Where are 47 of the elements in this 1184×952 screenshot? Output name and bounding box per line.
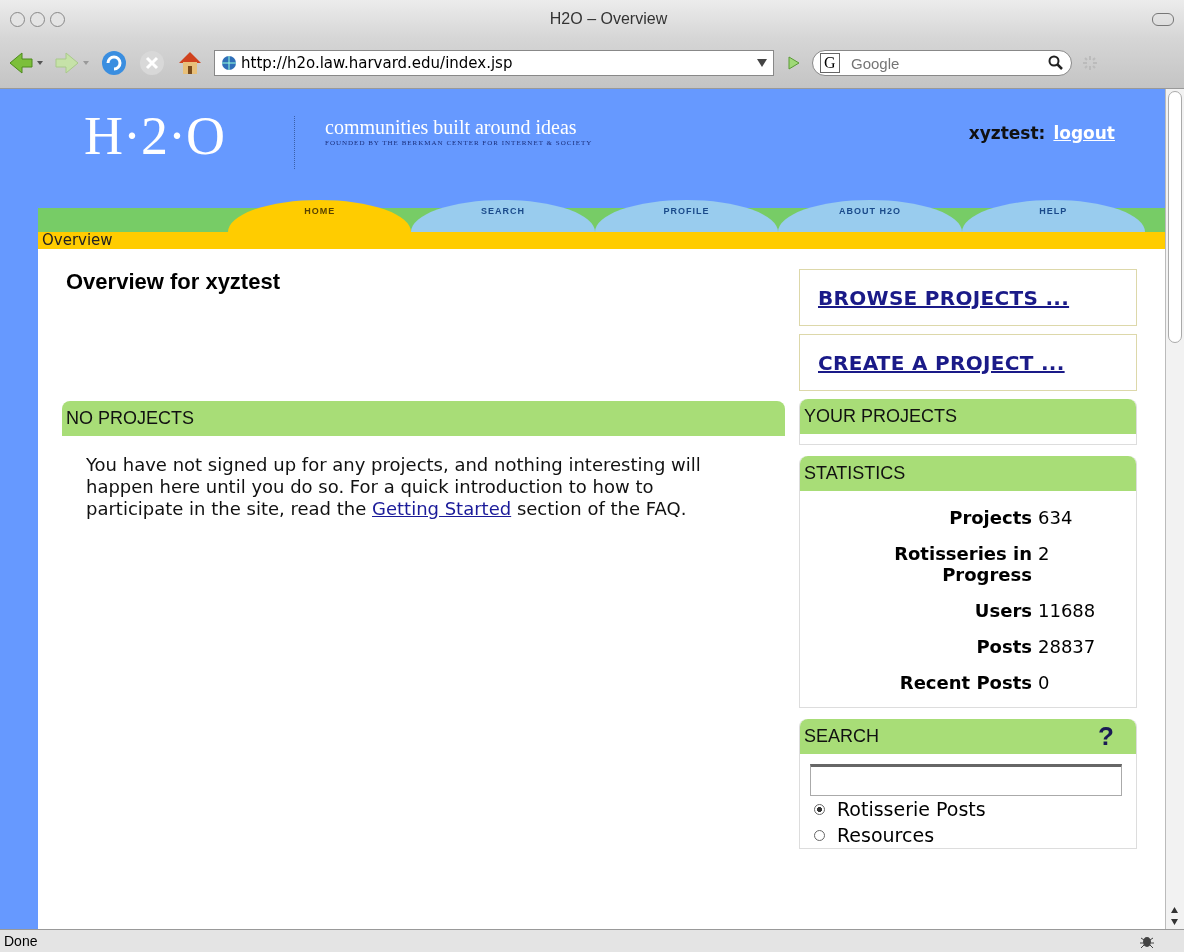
- getting-started-link[interactable]: Getting Started: [372, 498, 512, 519]
- panel-header: SEARCH: [804, 726, 879, 747]
- radio-label: Resources: [837, 824, 935, 846]
- back-arrow-icon[interactable]: [8, 50, 44, 76]
- panel-header: STATISTICS: [800, 456, 1136, 491]
- toolbar-toggle-button[interactable]: [1152, 12, 1174, 26]
- nav-tab[interactable]: SEARCH: [411, 200, 595, 232]
- reload-icon[interactable]: [100, 49, 128, 77]
- stat-value: 0: [1038, 672, 1051, 693]
- stat-value: 2: [1038, 543, 1051, 566]
- scrollbar[interactable]: [1165, 89, 1184, 929]
- search-engine-button[interactable]: G: [820, 53, 840, 73]
- section-header: NO PROJECTS: [62, 401, 785, 436]
- search-icon[interactable]: [1048, 55, 1064, 71]
- action-link[interactable]: BROWSE PROJECTS ...: [799, 269, 1137, 326]
- scrollbar-thumb[interactable]: [1168, 91, 1182, 343]
- globe-icon: [221, 55, 237, 71]
- help-link[interactable]: ?: [1098, 726, 1114, 747]
- nav-tab[interactable]: PROFILE: [594, 200, 779, 232]
- search-input[interactable]: [810, 764, 1122, 796]
- dropdown-icon[interactable]: [757, 59, 767, 67]
- radio-button[interactable]: [814, 803, 825, 815]
- close-button[interactable]: [10, 11, 25, 27]
- site-tagline: communities built around ideas: [325, 116, 578, 139]
- stat-value: 11688: [1038, 600, 1097, 621]
- action-link[interactable]: CREATE A PROJECT ...: [799, 334, 1137, 391]
- username-label: xyztest:: [968, 122, 1046, 143]
- page-heading: Overview for xyztest: [66, 269, 281, 296]
- stat-label: Rotisseries in Progress: [893, 543, 1032, 585]
- address-field[interactable]: http://h2o.law.harvard.edu/index.jsp: [214, 50, 774, 76]
- nav-tab[interactable]: ABOUT H2O: [778, 200, 962, 232]
- intro-paragraph: You have not signed up for any projects, and nothing interesting will happen here until you do so. For a quick introduction to how to participate in the site, read the Getting Started section of the FAQ.: [86, 454, 702, 520]
- stat-value: 634: [1038, 507, 1074, 528]
- stat-label: Users: [973, 600, 1032, 621]
- panel-header: YOUR PROJECTS: [800, 399, 1136, 434]
- stat-value: 28837: [1038, 636, 1097, 657]
- minimize-button[interactable]: [30, 11, 45, 27]
- stat-label: Recent Posts: [898, 672, 1032, 693]
- radio-label: Rotisserie Posts: [837, 798, 986, 820]
- status-text: Done: [4, 933, 38, 949]
- nav-tab[interactable]: HOME: [228, 200, 412, 232]
- nav-tab[interactable]: HELP: [961, 200, 1146, 232]
- stat-label: Projects: [948, 507, 1032, 528]
- stat-label: Posts: [975, 636, 1032, 657]
- window-title: H2O – Overview: [548, 10, 669, 28]
- zoom-button[interactable]: [50, 11, 65, 27]
- breadcrumb: Overview: [42, 231, 113, 249]
